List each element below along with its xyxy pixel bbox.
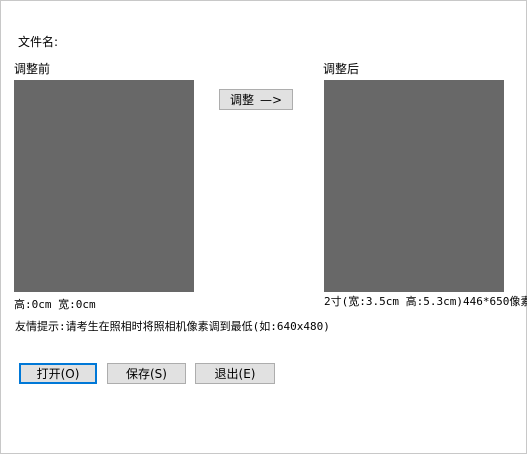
adjust-button-label: 调整 [229, 93, 254, 107]
save-button[interactable]: 保存(S) [107, 363, 186, 384]
after-image-preview [324, 80, 504, 292]
exit-button[interactable]: 退出(E) [195, 363, 275, 384]
arrow-right-icon: —> [259, 92, 283, 107]
before-size-info: 高:0cm 宽:0cm [14, 298, 96, 311]
before-image-preview [14, 80, 194, 292]
after-heading: 调整后 [323, 62, 360, 76]
after-size-info: 2寸(宽:3.5cm 高:5.3cm)446*650像素 [324, 295, 527, 308]
before-heading: 调整前 [14, 62, 51, 76]
hint-text: 友情提示:请考生在照相时将照相机像素调到最低(如:640x480) [15, 320, 330, 333]
dialog-window: 文件名: 调整前 高:0cm 宽:0cm 调整 —> 调整后 2寸(宽:3.5c… [0, 0, 527, 454]
filename-label: 文件名: [18, 35, 59, 49]
adjust-button[interactable]: 调整 —> [219, 89, 293, 110]
open-button[interactable]: 打开(O) [19, 363, 97, 384]
